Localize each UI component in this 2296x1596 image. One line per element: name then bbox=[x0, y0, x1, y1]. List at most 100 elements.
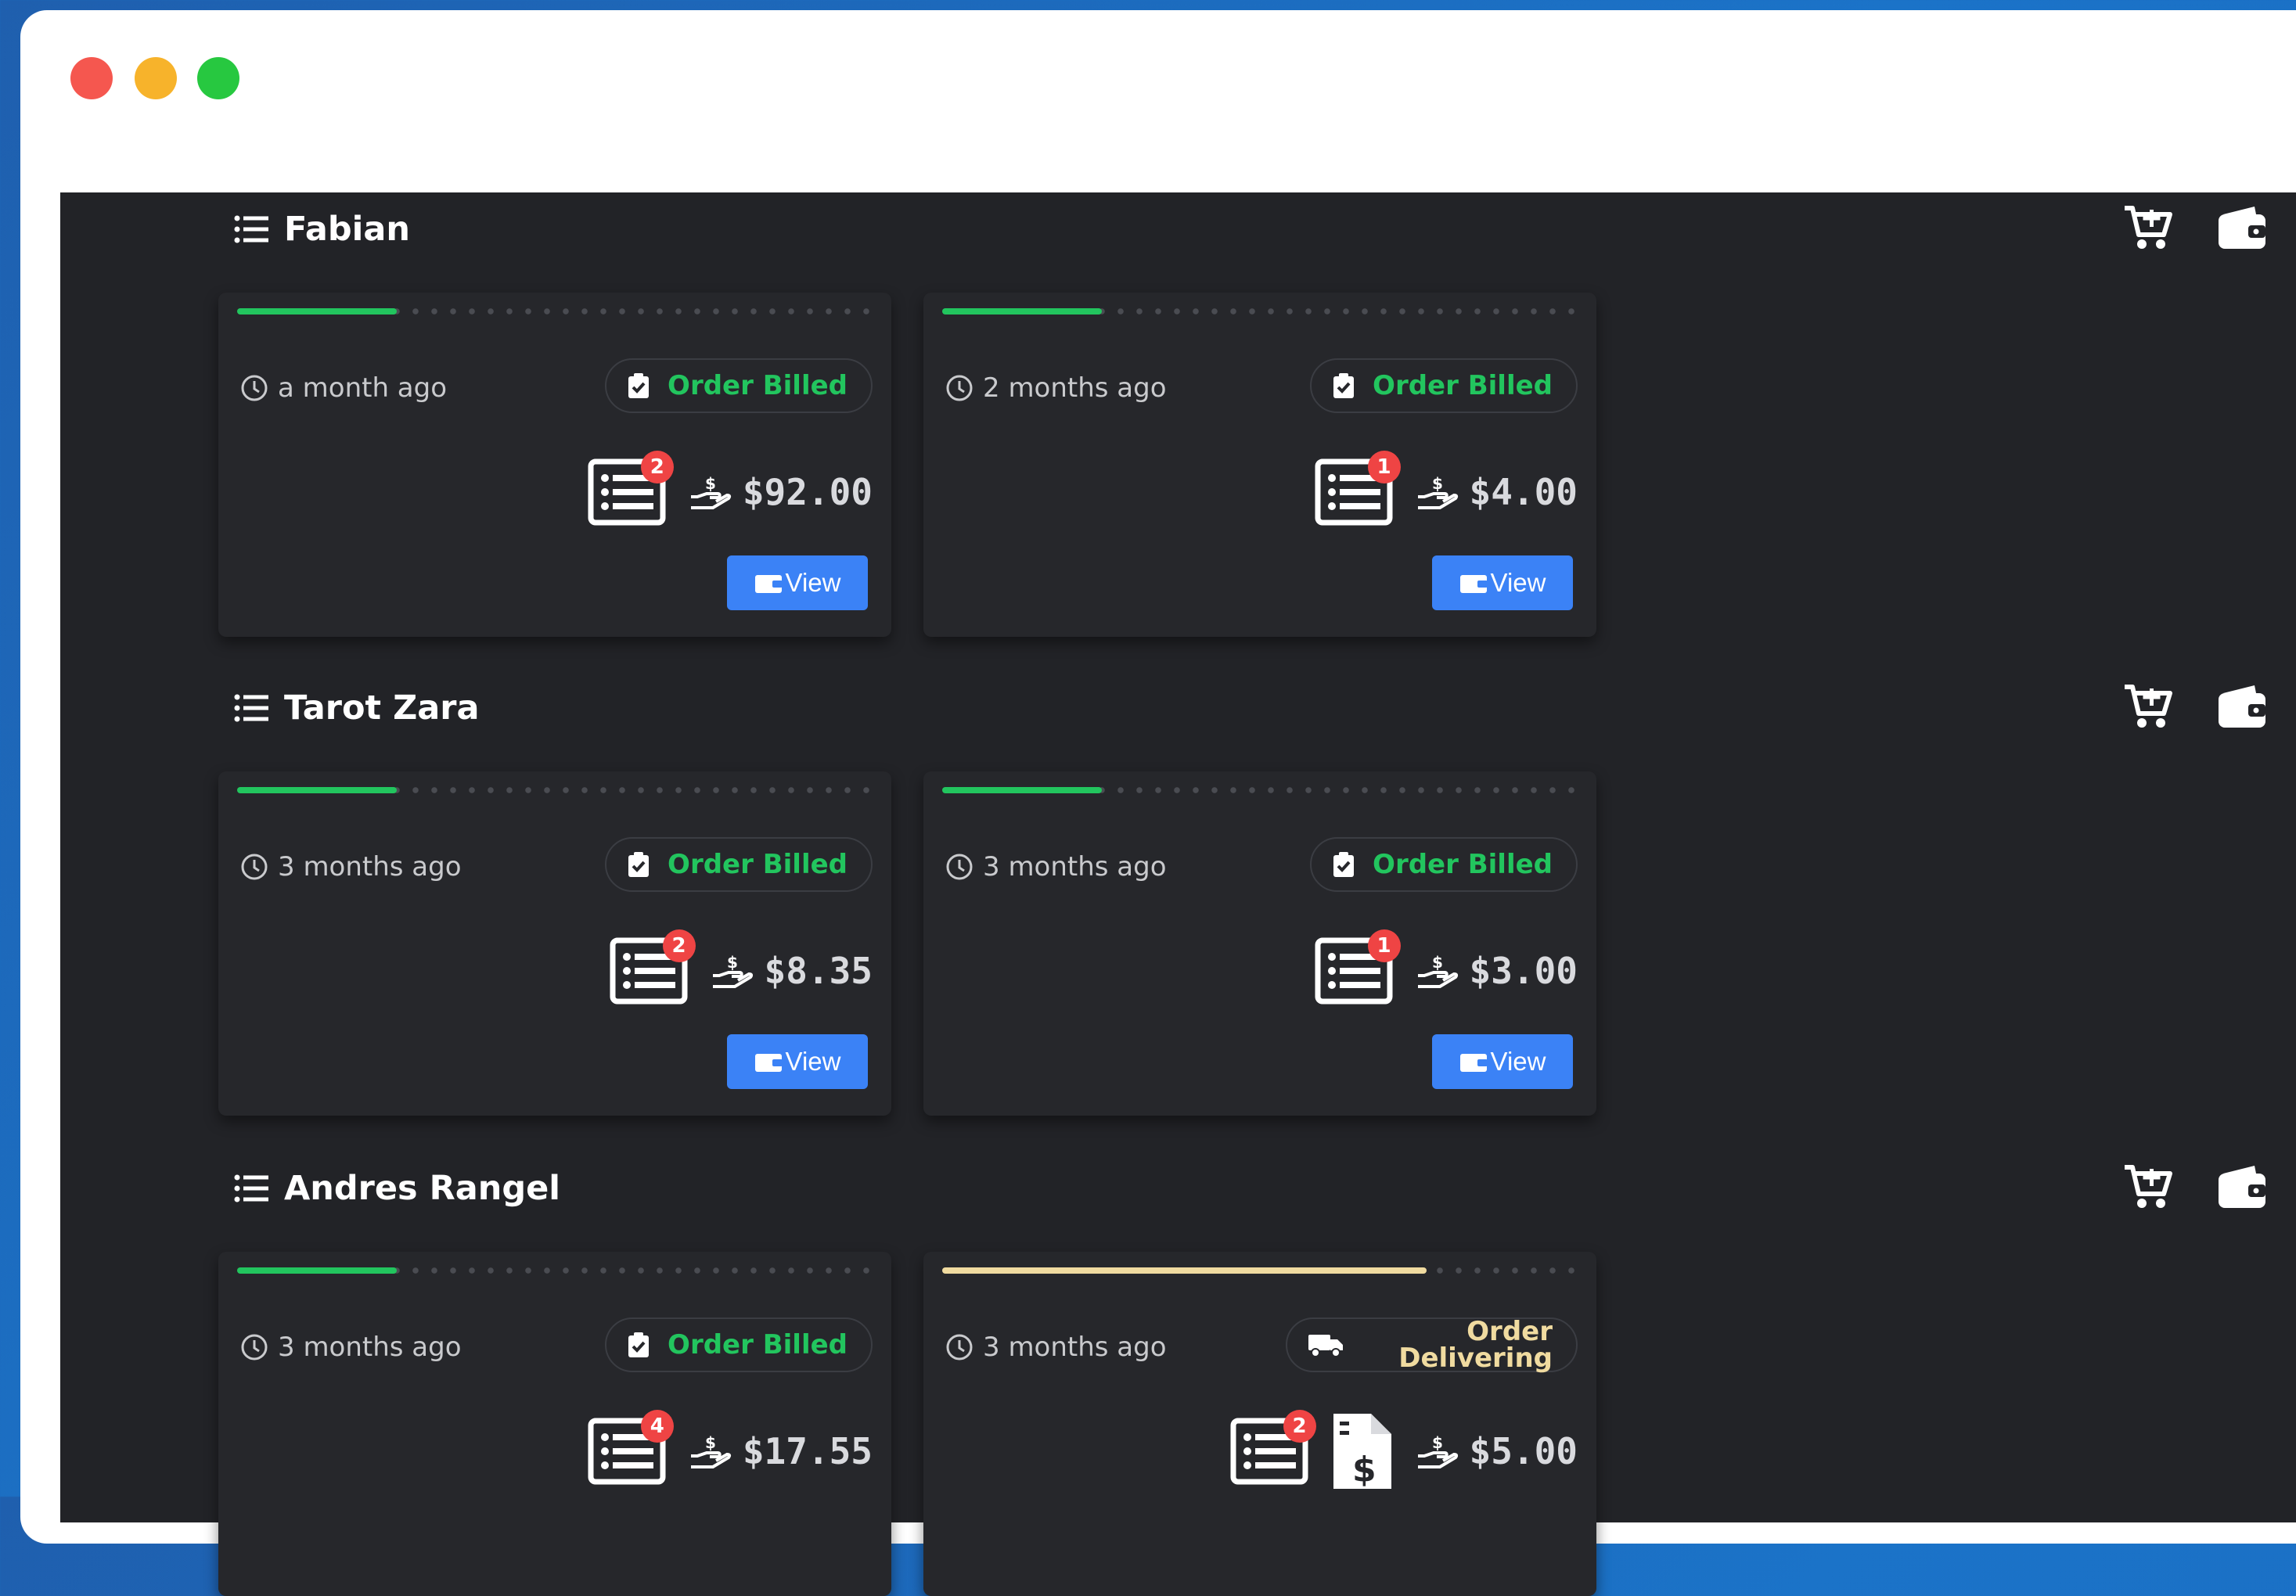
clock-icon bbox=[241, 375, 268, 401]
order-progress-fill bbox=[237, 787, 397, 793]
minimize-window-button[interactable] bbox=[135, 57, 177, 99]
list-icon bbox=[234, 1174, 268, 1202]
order-time-text: 3 months ago bbox=[983, 851, 1167, 882]
item-count-badge: 2 bbox=[1283, 1410, 1316, 1443]
order-progress-fill bbox=[237, 308, 397, 315]
item-count-badge: 2 bbox=[662, 929, 696, 962]
order-progress-fill bbox=[942, 1267, 1427, 1274]
order-card[interactable]: 2 months ago Order Billed 1 $ $4.00 View bbox=[923, 293, 1596, 637]
customer-actions bbox=[2123, 1163, 2267, 1211]
item-count-badge: 4 bbox=[640, 1410, 674, 1443]
view-order-button[interactable]: View bbox=[727, 1034, 868, 1089]
zoom-window-button[interactable] bbox=[197, 57, 239, 99]
order-card[interactable]: 3 months ago Order Delivering 2 $ $ $5.00 bbox=[923, 1252, 1596, 1596]
hand-holding-dollar-icon: $ bbox=[712, 953, 753, 988]
order-progress-bar bbox=[942, 787, 1579, 793]
wallet-icon bbox=[1459, 575, 1488, 593]
order-status-text: Order Billed bbox=[668, 370, 848, 401]
order-amount-value: $17.55 bbox=[742, 1430, 873, 1472]
order-amount-value: $92.00 bbox=[742, 471, 873, 513]
clock-icon bbox=[241, 854, 268, 880]
order-time: 3 months ago bbox=[945, 1332, 1167, 1363]
order-amount: $ $3.00 bbox=[1416, 950, 1578, 992]
clipboard-check-icon bbox=[1333, 373, 1355, 398]
order-progress-bar bbox=[237, 308, 874, 315]
clipboard-check-icon bbox=[628, 852, 650, 877]
list-icon bbox=[234, 215, 268, 243]
order-items: 2 bbox=[610, 929, 696, 1005]
order-amount: $ $92.00 bbox=[689, 471, 873, 513]
view-order-button[interactable]: View bbox=[727, 555, 868, 610]
order-stats: 4 $ $17.55 bbox=[588, 1410, 873, 1486]
clock-icon bbox=[946, 854, 973, 880]
svg-text:$: $ bbox=[1432, 474, 1443, 493]
cart-plus-icon[interactable] bbox=[2123, 682, 2173, 731]
order-progress-bar bbox=[942, 1267, 1579, 1274]
clock-icon bbox=[241, 1334, 268, 1361]
customer-header: Fabian bbox=[234, 210, 410, 249]
order-status-badge: Order Billed bbox=[605, 358, 873, 413]
order-amount-value: $3.00 bbox=[1469, 950, 1578, 992]
svg-text:$: $ bbox=[1432, 953, 1443, 972]
order-items: 1 bbox=[1315, 451, 1401, 526]
order-items: 4 bbox=[588, 1410, 674, 1485]
customer-header: Tarot Zara bbox=[234, 688, 480, 728]
view-order-button[interactable]: View bbox=[1432, 1034, 1573, 1089]
item-count-badge: 2 bbox=[640, 451, 674, 483]
customer-header: Andres Rangel bbox=[234, 1169, 560, 1208]
order-time: 3 months ago bbox=[945, 851, 1167, 882]
order-progress-bar bbox=[942, 308, 1579, 315]
svg-text:$: $ bbox=[727, 953, 738, 972]
svg-text:$: $ bbox=[1352, 1450, 1377, 1490]
clipboard-check-icon bbox=[1333, 852, 1355, 877]
order-stats: 2 $ $8.35 bbox=[610, 929, 873, 1006]
hand-holding-dollar-icon: $ bbox=[1417, 953, 1458, 988]
clock-icon bbox=[946, 1334, 973, 1361]
wallet-icon bbox=[754, 575, 783, 593]
order-status-badge: Order Billed bbox=[1310, 837, 1578, 892]
invoice-dollar-icon[interactable]: $ bbox=[1332, 1412, 1393, 1490]
view-button-label: View bbox=[1490, 568, 1546, 597]
orders-panel: Fabian a month ago Order Billed 2 $ $92.… bbox=[60, 192, 2296, 1596]
order-amount: $ $4.00 bbox=[1416, 471, 1578, 513]
item-count-badge: 1 bbox=[1367, 929, 1401, 962]
hand-holding-dollar-icon: $ bbox=[690, 1433, 731, 1468]
order-card[interactable]: 3 months ago Order Billed 2 $ $8.35 View bbox=[218, 771, 891, 1116]
close-window-button[interactable] bbox=[70, 57, 113, 99]
wallet-icon bbox=[754, 1054, 783, 1072]
svg-text:$: $ bbox=[705, 1433, 716, 1452]
order-time: 3 months ago bbox=[240, 851, 462, 882]
order-amount-value: $5.00 bbox=[1469, 1430, 1578, 1472]
order-progress-bar bbox=[237, 1267, 874, 1274]
order-stats: 2 $ $ $5.00 bbox=[1230, 1410, 1578, 1490]
order-time-text: 3 months ago bbox=[278, 1332, 462, 1363]
order-progress-fill bbox=[942, 308, 1102, 315]
cart-plus-icon[interactable] bbox=[2123, 203, 2173, 252]
order-status-badge: Order Delivering bbox=[1286, 1317, 1578, 1372]
order-status-text: Order Delivering bbox=[1398, 1316, 1553, 1374]
order-time-text: 2 months ago bbox=[983, 372, 1167, 404]
order-time: a month ago bbox=[240, 372, 447, 404]
wallet-icon[interactable] bbox=[2217, 1163, 2267, 1211]
order-card[interactable]: a month ago Order Billed 2 $ $92.00 View bbox=[218, 293, 891, 637]
order-progress-fill bbox=[942, 787, 1102, 793]
order-card[interactable]: 3 months ago Order Billed 4 $ $17.55 bbox=[218, 1252, 891, 1596]
order-items: 2 bbox=[588, 451, 674, 526]
cart-plus-icon[interactable] bbox=[2123, 1163, 2173, 1211]
order-stats: 1 $ $3.00 bbox=[1315, 929, 1578, 1006]
order-time-text: a month ago bbox=[278, 372, 448, 404]
view-order-button[interactable]: View bbox=[1432, 555, 1573, 610]
order-status-badge: Order Billed bbox=[1310, 358, 1578, 413]
customer-actions bbox=[2123, 203, 2267, 252]
order-status-text: Order Billed bbox=[668, 1329, 848, 1361]
wallet-icon[interactable] bbox=[2217, 203, 2267, 252]
order-card[interactable]: 3 months ago Order Billed 1 $ $3.00 View bbox=[923, 771, 1596, 1116]
order-amount-value: $8.35 bbox=[764, 950, 873, 992]
clipboard-check-icon bbox=[628, 373, 650, 398]
wallet-icon[interactable] bbox=[2217, 682, 2267, 731]
view-button-label: View bbox=[1490, 1047, 1546, 1076]
order-amount: $ $8.35 bbox=[711, 950, 873, 992]
order-amount: $ $5.00 bbox=[1416, 1430, 1578, 1472]
order-time: 2 months ago bbox=[945, 372, 1167, 404]
order-status-badge: Order Billed bbox=[605, 1317, 873, 1372]
